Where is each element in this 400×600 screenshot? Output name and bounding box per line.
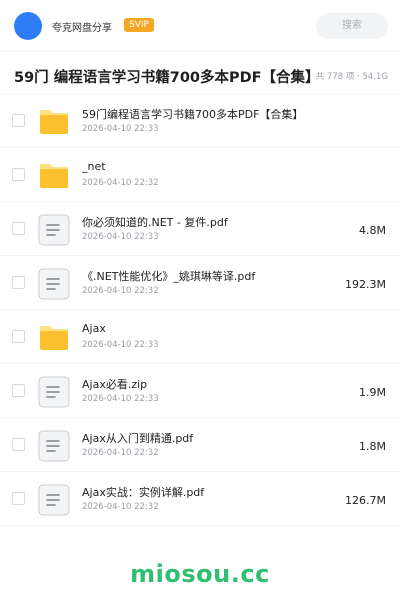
folder-row[interactable]: _net 2026-04-10 22:32 <box>0 148 400 202</box>
document-icon <box>38 484 70 516</box>
file-row[interactable]: Ajax从入门到精通.pdf 2026-04-10 22:32 1.8M <box>0 418 400 472</box>
search-input[interactable]: 搜索 <box>316 13 388 39</box>
avatar[interactable] <box>14 12 42 40</box>
file-date: 2026-04-10 22:32 <box>82 502 159 512</box>
folder-row[interactable]: Ajax 2026-04-10 22:33 <box>0 310 400 364</box>
file-size: 192.3M <box>345 278 386 291</box>
row-checkbox[interactable] <box>12 330 25 343</box>
row-checkbox[interactable] <box>12 384 25 397</box>
file-date: 2026-04-10 22:33 <box>82 340 159 350</box>
file-name[interactable]: 《.NET性能优化》_姚琪琳等译.pdf <box>82 268 332 284</box>
file-name[interactable]: _net <box>82 160 332 173</box>
file-name[interactable]: 59门编程语言学习书籍700多本PDF【合集】 <box>82 106 332 122</box>
row-checkbox[interactable] <box>12 438 25 451</box>
file-size: 4.8M <box>359 224 386 237</box>
top-bar: 夸克网盘分享 SVIP 搜索 <box>0 0 400 52</box>
folder-icon <box>38 106 70 138</box>
file-size: 1.8M <box>359 440 386 453</box>
folder-meta: 共 778 项 · 54.1G <box>315 72 388 82</box>
file-row[interactable]: 《.NET性能优化》_姚琪琳等译.pdf 2026-04-10 22:32 192.… <box>0 256 400 310</box>
folder-row[interactable]: 59门编程语言学习书籍700多本PDF【合集】 2026-04-10 22:33 <box>0 94 400 148</box>
row-checkbox[interactable] <box>12 222 25 235</box>
row-checkbox[interactable] <box>12 276 25 289</box>
row-checkbox[interactable] <box>12 168 25 181</box>
file-row[interactable]: 你必须知道的.NET - 复件.pdf 2026-04-10 22:33 4.8M <box>0 202 400 256</box>
file-row[interactable]: Ajax实战：实例详解.pdf 2026-04-10 22:32 126.7M <box>0 472 400 526</box>
file-date: 2026-04-10 22:33 <box>82 394 159 404</box>
file-name[interactable]: Ajax从入门到精通.pdf <box>82 430 332 446</box>
watermark: miosou.cc <box>130 560 270 588</box>
svip-badge: SVIP <box>124 18 154 32</box>
file-date: 2026-04-10 22:33 <box>82 232 159 242</box>
file-name[interactable]: 你必须知道的.NET - 复件.pdf <box>82 214 332 230</box>
file-size: 1.9M <box>359 386 386 399</box>
file-date: 2026-04-10 22:33 <box>82 124 159 134</box>
document-icon <box>38 376 70 408</box>
page-title: 59门 编程语言学习书籍700多本PDF【合集】 <box>14 70 314 86</box>
folder-icon <box>38 160 70 192</box>
file-date: 2026-04-10 22:32 <box>82 448 159 458</box>
row-checkbox[interactable] <box>12 114 25 127</box>
file-name[interactable]: Ajax实战：实例详解.pdf <box>82 484 332 500</box>
brand-label: 夸克网盘分享 <box>52 23 112 34</box>
file-row[interactable]: Ajax必看.zip 2026-04-10 22:33 1.9M <box>0 364 400 418</box>
document-icon <box>38 430 70 462</box>
file-name[interactable]: Ajax <box>82 322 332 335</box>
folder-icon <box>38 322 70 354</box>
file-date: 2026-04-10 22:32 <box>82 178 159 188</box>
document-icon <box>38 214 70 246</box>
file-size: 126.7M <box>345 494 386 507</box>
file-date: 2026-04-10 22:32 <box>82 286 159 296</box>
document-icon <box>38 268 70 300</box>
row-checkbox[interactable] <box>12 492 25 505</box>
file-name[interactable]: Ajax必看.zip <box>82 376 332 392</box>
